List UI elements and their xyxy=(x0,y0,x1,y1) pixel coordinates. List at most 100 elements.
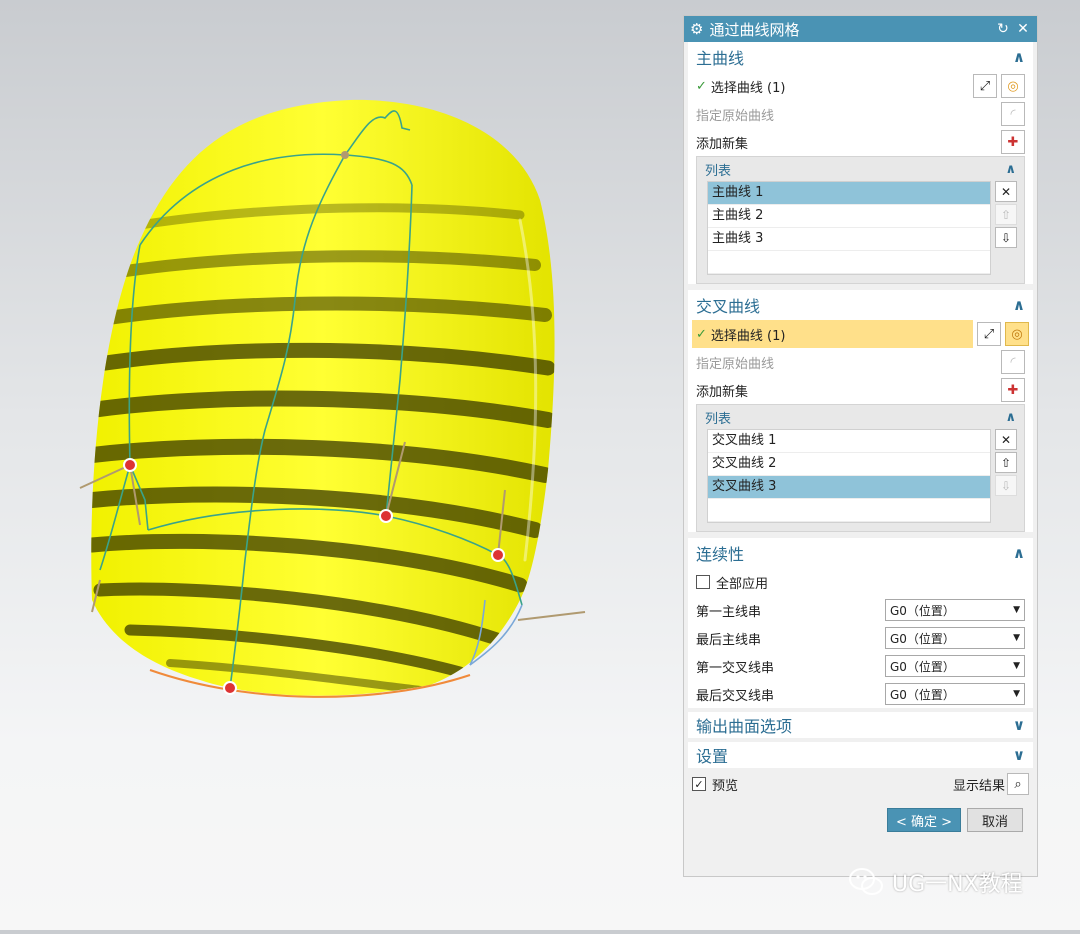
continuity-select[interactable]: G0（位置） ▼ xyxy=(885,655,1025,677)
chevron-down-icon[interactable]: ∨ xyxy=(1013,716,1025,734)
list-heading: 列表 xyxy=(705,411,732,427)
continuity-select[interactable]: G0（位置） ▼ xyxy=(885,683,1025,705)
add-new-set-label: 添加新集 xyxy=(696,384,749,400)
settings-heading: 设置 xyxy=(696,747,729,766)
settings-section: 设置 ∨ xyxy=(688,742,1033,768)
chevron-up-icon[interactable]: ∧ xyxy=(1013,296,1025,314)
watermark-text: UG一NX教程 xyxy=(892,872,1023,897)
primary-list-panel: 列表 ∧ 主曲线 1 主曲线 2 主曲线 3 ✕ ⇧ ⇩ xyxy=(696,156,1025,284)
apply-all-checkbox[interactable] xyxy=(696,575,710,589)
cancel-button[interactable]: 取消 xyxy=(967,808,1023,832)
list-item[interactable]: 主曲线 1 xyxy=(708,182,990,205)
select-value: G0（位置） xyxy=(890,631,955,646)
curve-mesh-dialog[interactable]: ⚙ 通过曲线网格 ↻ ✕ 主曲线 ∧ ✓ 选择曲线 (1) ⤢ ◎ 指定原始曲线… xyxy=(683,15,1038,877)
cross-curves-header[interactable]: 交叉曲线 ∧ xyxy=(688,290,1033,320)
output-surface-section: 输出曲面选项 ∨ xyxy=(688,712,1033,738)
apply-all-row[interactable]: 全部应用 xyxy=(688,568,1033,596)
gear-icon[interactable]: ⚙ xyxy=(690,20,703,38)
continuity-heading: 连续性 xyxy=(696,545,745,564)
list-item-empty xyxy=(708,499,990,522)
close-icon[interactable]: ✕ xyxy=(1015,21,1031,37)
add-cross-set-row[interactable]: 添加新集 ✚ xyxy=(688,376,1033,404)
wechat-icon xyxy=(849,868,883,895)
curve-rule-icon[interactable]: ◎ xyxy=(1001,74,1025,98)
continuity-row: 第一主线串 G0（位置） ▼ xyxy=(688,596,1033,624)
select-value: G0（位置） xyxy=(890,603,955,618)
chevron-up-icon[interactable]: ∧ xyxy=(1013,544,1025,562)
continuity-row: 最后主线串 G0（位置） ▼ xyxy=(688,624,1033,652)
preview-row: ✓ 预览 显示结果 ⌕ xyxy=(684,770,1037,798)
add-set-icon[interactable]: ✚ xyxy=(1001,130,1025,154)
cross-list-header[interactable]: 列表 ∧ xyxy=(697,405,1024,429)
output-surface-heading: 输出曲面选项 xyxy=(696,717,793,736)
cross-list-panel: 列表 ∧ 交叉曲线 1 交叉曲线 2 交叉曲线 3 ✕ ⇧ ⇩ xyxy=(696,404,1025,532)
cross-curves-heading: 交叉曲线 xyxy=(696,297,761,316)
watermark: UG一NX教程 xyxy=(848,866,1023,898)
specify-origin-label: 指定原始曲线 xyxy=(696,108,775,124)
move-up-icon[interactable]: ⇧ xyxy=(995,204,1017,225)
dropdown-arrow-icon[interactable]: ▼ xyxy=(1013,689,1020,699)
continuity-select[interactable]: G0（位置） ▼ xyxy=(885,627,1025,649)
select-curve-label: 选择曲线 (1) xyxy=(710,328,786,344)
move-down-icon[interactable]: ⇩ xyxy=(995,475,1017,496)
chevron-up-icon[interactable]: ∧ xyxy=(1005,410,1016,425)
continuity-section: 连续性 ∧ 全部应用 第一主线串 G0（位置） ▼ 最后主线串 G0（位置） ▼ 第… xyxy=(688,538,1033,708)
list-item-empty xyxy=(708,251,990,274)
dropdown-arrow-icon[interactable]: ▼ xyxy=(1013,605,1020,615)
primary-curve-list[interactable]: 主曲线 1 主曲线 2 主曲线 3 xyxy=(707,181,991,275)
preview-label: 预览 xyxy=(712,778,739,794)
magnifier-icon[interactable]: ⌕ xyxy=(1007,773,1029,795)
dialog-title: 通过曲线网格 xyxy=(709,20,800,39)
reset-icon[interactable]: ↻ xyxy=(995,21,1011,37)
dropdown-arrow-icon[interactable]: ▼ xyxy=(1013,633,1020,643)
move-down-icon[interactable]: ⇩ xyxy=(995,227,1017,248)
continuity-row: 第一交叉线串 G0（位置） ▼ xyxy=(688,652,1033,680)
deselect-icon[interactable]: ⤢ xyxy=(973,74,997,98)
checkmark-icon: ✓ xyxy=(696,78,707,94)
chevron-down-icon[interactable]: ∨ xyxy=(1013,746,1025,764)
origin-curve-icon[interactable]: ◜ xyxy=(1001,102,1025,126)
add-set-icon[interactable]: ✚ xyxy=(1001,378,1025,402)
dropdown-arrow-icon[interactable]: ▼ xyxy=(1013,661,1020,671)
list-item[interactable]: 交叉曲线 1 xyxy=(708,430,990,453)
preview-checkbox[interactable]: ✓ xyxy=(692,777,706,791)
cross-curve-list[interactable]: 交叉曲线 1 交叉曲线 2 交叉曲线 3 xyxy=(707,429,991,523)
move-up-icon[interactable]: ⇧ xyxy=(995,452,1017,473)
continuity-select[interactable]: G0（位置） ▼ xyxy=(885,599,1025,621)
chevron-up-icon[interactable]: ∧ xyxy=(1013,48,1025,66)
curve-rule-icon[interactable]: ◎ xyxy=(1005,322,1029,346)
deselect-icon[interactable]: ⤢ xyxy=(977,322,1001,346)
select-primary-curve-row[interactable]: ✓ 选择曲线 (1) ⤢ ◎ xyxy=(688,72,1033,100)
list-item[interactable]: 交叉曲线 3 xyxy=(708,476,990,499)
primary-list-header[interactable]: 列表 ∧ xyxy=(697,157,1024,181)
ok-button[interactable]: < 确定 > xyxy=(886,808,961,832)
primary-curves-header[interactable]: 主曲线 ∧ xyxy=(688,42,1033,72)
select-curve-label: 选择曲线 (1) xyxy=(710,80,786,96)
primary-curves-section: 主曲线 ∧ ✓ 选择曲线 (1) ⤢ ◎ 指定原始曲线 ◜ 添加新集 ✚ 列表 … xyxy=(688,42,1033,284)
select-value: G0（位置） xyxy=(890,659,955,674)
specify-origin-primary-row[interactable]: 指定原始曲线 ◜ xyxy=(688,100,1033,128)
show-result-label: 显示结果 xyxy=(952,778,1005,794)
chevron-up-icon[interactable]: ∧ xyxy=(1005,162,1016,177)
apply-all-label: 全部应用 xyxy=(716,576,769,592)
yellow-surface[interactable] xyxy=(91,99,555,698)
origin-curve-icon[interactable]: ◜ xyxy=(1001,350,1025,374)
continuity-header[interactable]: 连续性 ∧ xyxy=(688,538,1033,568)
settings-header[interactable]: 设置 ∨ xyxy=(688,742,1033,768)
continuity-row-label: 最后交叉线串 xyxy=(696,688,775,704)
specify-origin-label: 指定原始曲线 xyxy=(696,356,775,372)
continuity-row: 最后交叉线串 G0（位置） ▼ xyxy=(688,680,1033,708)
dialog-titlebar[interactable]: ⚙ 通过曲线网格 ↻ ✕ xyxy=(684,16,1037,42)
add-primary-set-row[interactable]: 添加新集 ✚ xyxy=(688,128,1033,156)
list-item[interactable]: 主曲线 3 xyxy=(708,228,990,251)
select-cross-curve-row[interactable]: ✓ 选择曲线 (1) ⤢ ◎ xyxy=(688,320,1033,348)
remove-icon[interactable]: ✕ xyxy=(995,429,1017,450)
list-item[interactable]: 交叉曲线 2 xyxy=(708,453,990,476)
remove-icon[interactable]: ✕ xyxy=(995,181,1017,202)
continuity-row-label: 第一主线串 xyxy=(696,604,762,620)
output-surface-header[interactable]: 输出曲面选项 ∨ xyxy=(688,712,1033,738)
cross-curves-section: 交叉曲线 ∧ ✓ 选择曲线 (1) ⤢ ◎ 指定原始曲线 ◜ 添加新集 ✚ 列表… xyxy=(688,290,1033,532)
list-item[interactable]: 主曲线 2 xyxy=(708,205,990,228)
specify-origin-cross-row[interactable]: 指定原始曲线 ◜ xyxy=(688,348,1033,376)
checkmark-icon: ✓ xyxy=(696,326,707,342)
